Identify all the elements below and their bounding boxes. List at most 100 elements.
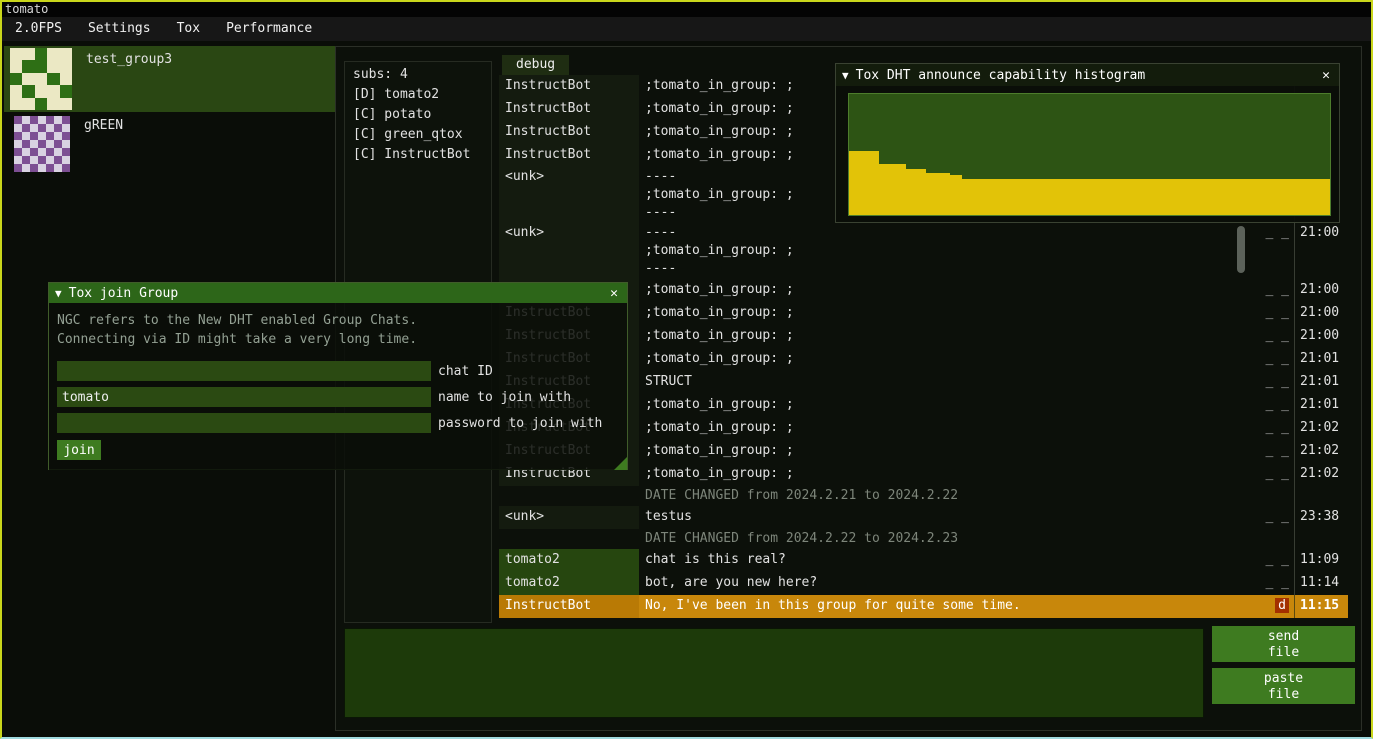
join-password-input[interactable] <box>57 413 431 433</box>
paste-file-button[interactable]: paste file <box>1212 668 1355 704</box>
histogram-window-titlebar[interactable]: ▼ Tox DHT announce capability histogram … <box>836 64 1339 86</box>
message-text: ---- ;tomato_in_group: ; ---- <box>639 223 1256 279</box>
collapse-icon[interactable]: ▼ <box>55 287 62 300</box>
join-name-input[interactable] <box>57 387 431 407</box>
histogram-bar <box>962 179 1330 215</box>
sender-name: <unk> <box>499 223 639 279</box>
collapse-icon[interactable]: ▼ <box>842 69 849 82</box>
sender-name: InstructBot <box>499 144 639 167</box>
message-input[interactable] <box>344 628 1204 718</box>
message-text: STRUCT <box>639 371 1256 394</box>
message-text: chat is this real? <box>639 549 1256 572</box>
subs-count: subs: 4 <box>345 62 491 85</box>
scrollbar-thumb[interactable] <box>1237 226 1245 273</box>
message-time: 21:02 <box>1294 440 1348 463</box>
histogram-window-title: Tox DHT announce capability histogram <box>856 68 1146 83</box>
message-text: ;tomato_in_group: ; <box>639 440 1256 463</box>
message-flags: _ _ <box>1256 325 1294 348</box>
join-field-row: name to join with <box>57 387 619 407</box>
group-label: gREEN <box>84 118 123 176</box>
menubar: 2.0FPSSettingsToxPerformance <box>0 17 1373 41</box>
close-icon[interactable]: ✕ <box>607 286 621 301</box>
join-window-titlebar[interactable]: ▼ Tox join Group ✕ <box>49 283 627 303</box>
histogram-body <box>836 86 1339 222</box>
message-flags: _ _ <box>1256 279 1294 302</box>
sender-name: tomato2 <box>499 572 639 595</box>
resize-grip[interactable] <box>614 457 627 470</box>
window-titlebar[interactable]: tomato <box>0 0 1373 17</box>
system-message-row: DATE CHANGED from 2024.2.21 to 2024.2.22 <box>499 486 1348 506</box>
histogram-window: ▼ Tox DHT announce capability histogram … <box>835 63 1340 223</box>
histogram-bar <box>926 173 950 215</box>
sidebar-group-test_group3[interactable]: test_group3 <box>4 46 335 112</box>
message-text: bot, are you new here? <box>639 572 1256 595</box>
message-flags: _ _ <box>1256 572 1294 595</box>
message-flags: _ _ <box>1256 394 1294 417</box>
message-flags: _ _ <box>1256 506 1294 529</box>
histogram-bar <box>849 151 879 215</box>
message-text: DATE CHANGED from 2024.2.22 to 2024.2.23 <box>639 529 1256 549</box>
window-title: tomato <box>5 2 48 16</box>
subs-list: [D] tomato2[C] potato[C] green_qtox[C] I… <box>345 85 491 165</box>
message-text: testus <box>639 506 1256 529</box>
message-time: 21:02 <box>1294 417 1348 440</box>
message-time: 21:00 <box>1294 302 1348 325</box>
send-file-button[interactable]: send file <box>1212 626 1355 662</box>
message-text: ;tomato_in_group: ; <box>639 463 1256 486</box>
message-text: ;tomato_in_group: ; <box>639 325 1256 348</box>
join-info-line1: NGC refers to the New DHT enabled Group … <box>57 311 619 330</box>
sub-member[interactable]: [D] tomato2 <box>345 85 491 105</box>
message-row: InstructBotNo, I've been in this group f… <box>499 595 1348 618</box>
histogram-bar <box>879 164 906 215</box>
message-row: <unk>testus_ _23:38 <box>499 506 1348 529</box>
sender-name <box>499 486 639 506</box>
group-avatar <box>14 116 70 172</box>
sub-member[interactable]: [C] potato <box>345 105 491 125</box>
sender-name: InstructBot <box>499 75 639 98</box>
sender-name <box>499 529 639 549</box>
sidebar-group-gREEN[interactable]: gREEN <box>4 112 335 176</box>
message-flags: _ _ <box>1256 549 1294 572</box>
message-time: 11:14 <box>1294 572 1348 595</box>
menu-performance[interactable]: Performance <box>213 17 325 41</box>
message-flags: d <box>1256 595 1294 618</box>
menu-settings[interactable]: Settings <box>75 17 164 41</box>
message-time: 21:00 <box>1294 325 1348 348</box>
system-message-row: DATE CHANGED from 2024.2.22 to 2024.2.23 <box>499 529 1348 549</box>
message-text: ;tomato_in_group: ; <box>639 348 1256 371</box>
message-flags <box>1256 486 1294 506</box>
sender-name: InstructBot <box>499 121 639 144</box>
message-flags: _ _ <box>1256 348 1294 371</box>
field-label: chat ID <box>438 364 493 379</box>
message-flags <box>1256 529 1294 549</box>
group-avatar <box>10 48 72 110</box>
message-time: 11:15 <box>1294 595 1348 618</box>
delivered-flag: d <box>1275 598 1289 613</box>
message-text: DATE CHANGED from 2024.2.21 to 2024.2.22 <box>639 486 1256 506</box>
histogram-bar <box>906 169 926 215</box>
join-button[interactable]: join <box>57 440 101 460</box>
chat-id-input[interactable] <box>57 361 431 381</box>
sub-member[interactable]: [C] InstructBot <box>345 145 491 165</box>
message-flags: _ _ <box>1256 463 1294 486</box>
message-time: 21:00 <box>1294 279 1348 302</box>
message-flags: _ _ <box>1256 417 1294 440</box>
message-flags: _ _ <box>1256 302 1294 325</box>
message-text: No, I've been in this group for quite so… <box>639 595 1256 618</box>
join-field-row: chat ID <box>57 361 619 381</box>
join-window-title: Tox join Group <box>69 286 179 301</box>
sender-name: InstructBot <box>499 595 639 618</box>
tab-debug[interactable]: debug <box>502 55 569 75</box>
sub-member[interactable]: [C] green_qtox <box>345 125 491 145</box>
message-row: tomato2chat is this real?_ _11:09 <box>499 549 1348 572</box>
message-time: 21:00 <box>1294 223 1348 279</box>
join-field-row: password to join with <box>57 413 619 433</box>
message-time: 21:01 <box>1294 348 1348 371</box>
menu-tox[interactable]: Tox <box>164 17 213 41</box>
message-time: 21:02 <box>1294 463 1348 486</box>
message-row: tomato2bot, are you new here?_ _11:14 <box>499 572 1348 595</box>
message-text: ;tomato_in_group: ; <box>639 394 1256 417</box>
close-icon[interactable]: ✕ <box>1319 68 1333 83</box>
message-flags: _ _ <box>1256 371 1294 394</box>
sender-name: <unk> <box>499 167 639 223</box>
